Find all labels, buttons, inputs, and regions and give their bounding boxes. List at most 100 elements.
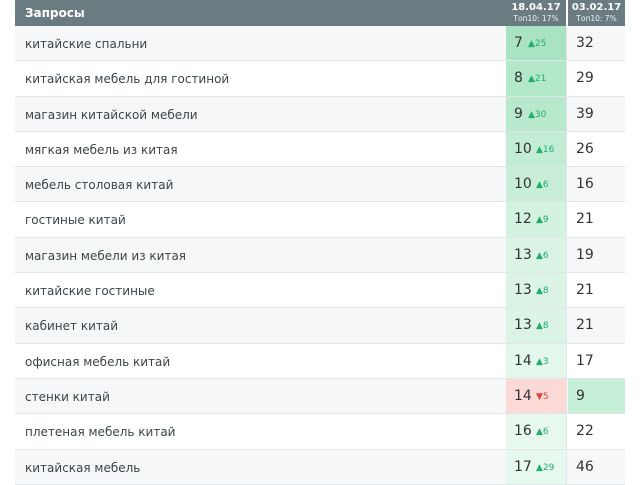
position-cell-previous: 26 <box>568 132 625 166</box>
keyword-text: китайские гостиные <box>25 284 155 299</box>
position-cell-current: 17 ▲29 <box>506 449 566 484</box>
position-cell-previous: 19 <box>568 238 625 272</box>
top10-current: Топ10: 17% <box>513 14 559 23</box>
keyword-text: кабинет китай <box>25 319 119 334</box>
column-separator <box>566 61 567 96</box>
position-cell-current: 9 ▲30 <box>506 96 566 131</box>
previous-position-value: 39 <box>576 105 594 122</box>
keyword-text: магазин мебели из китая <box>25 248 187 263</box>
table-row[interactable]: стенки китай 14 ▼5 9 <box>15 378 625 415</box>
position-value: 12 <box>514 211 532 228</box>
table-row[interactable]: офисная мебель китай 14 ▲3 17 <box>15 343 625 379</box>
keyword-text: офисная мебель китай <box>25 354 171 369</box>
date-column-header-previous[interactable]: 03.02.17 Топ10: 7% <box>568 0 625 26</box>
position-cell-current: 10 ▲16 <box>506 131 566 167</box>
position-cell-previous: 32 <box>568 26 625 60</box>
position-cell-current: 16 ▲6 <box>506 414 566 449</box>
table-row[interactable]: мягкая мебель из китая 10 ▲16 26 <box>15 131 625 168</box>
position-change-badge: ▲6 <box>536 427 549 438</box>
keyword-text: магазин китайской мебели <box>25 107 198 122</box>
position-value: 9 <box>514 105 523 122</box>
previous-position-value: 21 <box>576 317 594 334</box>
position-value: 10 <box>514 140 532 157</box>
positions-table: Запросы 18.04.17 Топ10: 17% 03.02.17 Топ… <box>15 0 625 485</box>
date-column-header-current[interactable]: 18.04.17 Топ10: 17% <box>506 0 566 26</box>
position-cell-current: 14 ▼5 <box>506 378 566 414</box>
position-change-badge: ▲3 <box>536 356 549 367</box>
position-change-badge: ▲9 <box>536 215 549 226</box>
date-current: 18.04.17 <box>511 2 561 13</box>
table-row[interactable]: плетеная мебель китай 16 ▲6 22 <box>15 414 625 450</box>
position-value: 10 <box>514 176 532 193</box>
position-cell-previous: 9 <box>568 378 625 414</box>
position-cell-current: 10 ▲6 <box>506 167 566 202</box>
position-change-badge: ▲6 <box>536 180 549 191</box>
queries-column-header[interactable]: Запросы <box>25 6 85 20</box>
position-cell-current: 12 ▲9 <box>506 202 566 237</box>
column-separator <box>566 237 567 273</box>
keyword-text: китайская мебель <box>25 460 141 475</box>
table-row[interactable]: мебель столовая китай 10 ▲6 16 <box>15 167 625 203</box>
position-change-badge: ▼5 <box>536 391 549 402</box>
position-cell-current: 14 ▲3 <box>506 343 566 378</box>
column-separator <box>566 202 567 237</box>
column-separator <box>566 449 567 484</box>
table-row[interactable]: китайская мебель для гостиной 8 ▲21 29 <box>15 61 625 97</box>
top10-previous: Топ10: 7% <box>576 14 617 23</box>
position-cell-current: 7 ▲25 <box>506 26 566 61</box>
table-row[interactable]: кабинет китай 13 ▲8 21 <box>15 308 625 344</box>
position-change-badge: ▲8 <box>536 321 549 332</box>
position-value: 17 <box>514 458 532 475</box>
previous-position-value: 22 <box>576 423 594 440</box>
keyword-text: китайская мебель для гостиной <box>25 72 230 87</box>
position-cell-previous: 16 <box>568 167 625 201</box>
table-row[interactable]: магазин китайской мебели 9 ▲30 39 <box>15 96 625 132</box>
position-value: 13 <box>514 317 532 334</box>
keyword-text: китайские спальни <box>25 37 148 51</box>
table-row[interactable]: китайские спальни 7 ▲25 32 <box>15 26 625 62</box>
column-separator <box>566 414 567 449</box>
column-separator <box>566 167 567 202</box>
keyword-text: мебель столовая китай <box>25 178 174 193</box>
position-value: 13 <box>514 246 532 263</box>
position-value: 14 <box>514 352 532 369</box>
previous-position-value: 16 <box>576 176 594 193</box>
position-cell-previous: 39 <box>568 97 625 131</box>
column-separator <box>566 273 567 308</box>
table-row[interactable]: гостиные китай 12 ▲9 21 <box>15 202 625 238</box>
column-separator <box>566 96 567 131</box>
position-cell-previous: 29 <box>568 61 625 95</box>
previous-position-value: 19 <box>576 246 594 263</box>
position-cell-previous: 17 <box>568 344 625 378</box>
position-cell-current: 13 ▲6 <box>506 237 566 273</box>
table-row[interactable]: китайские гостиные 13 ▲8 21 <box>15 273 625 309</box>
previous-position-value: 21 <box>576 282 594 299</box>
position-cell-previous: 21 <box>568 308 625 342</box>
position-cell-previous: 22 <box>568 414 625 448</box>
position-cell-current: 13 ▲8 <box>506 273 566 308</box>
table-body: китайские спальни 7 ▲25 32 китайская мебель … <box>15 26 625 485</box>
position-value: 8 <box>514 70 523 87</box>
keyword-text: стенки китай <box>25 389 110 404</box>
position-cell-current: 8 ▲21 <box>506 61 566 96</box>
position-value: 16 <box>514 423 532 440</box>
position-cell-previous: 21 <box>568 202 625 236</box>
previous-position-value: 46 <box>576 458 594 475</box>
position-cell-current: 13 ▲8 <box>506 308 566 343</box>
position-change-badge: ▲6 <box>536 250 549 261</box>
position-value: 14 <box>514 387 532 404</box>
date-previous: 03.02.17 <box>571 2 622 13</box>
column-separator <box>566 343 567 378</box>
position-cell-previous: 46 <box>568 450 625 484</box>
keyword-text: гостиные китай <box>25 213 126 228</box>
table-header: Запросы 18.04.17 Топ10: 17% 03.02.17 Топ… <box>15 0 625 26</box>
position-change-badge: ▲8 <box>536 286 549 297</box>
column-separator <box>566 378 567 414</box>
position-change-badge: ▲30 <box>528 109 547 120</box>
keyword-text: плетеная мебель китай <box>25 425 176 440</box>
previous-position-value: 32 <box>576 35 594 51</box>
previous-position-value: 9 <box>576 387 585 404</box>
position-value: 7 <box>514 35 523 51</box>
previous-position-value: 26 <box>576 140 594 157</box>
table-row[interactable]: магазин мебели из китая 13 ▲6 19 <box>15 237 625 274</box>
